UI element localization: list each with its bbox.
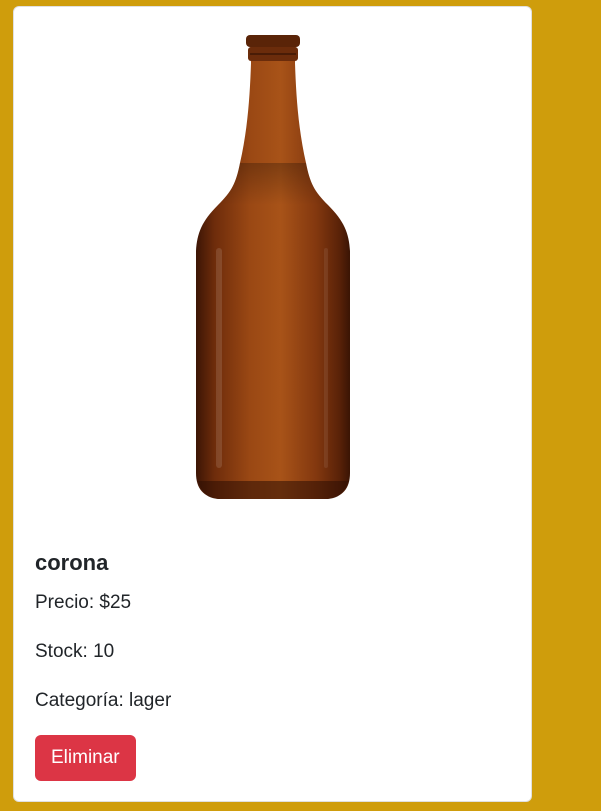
delete-button[interactable]: Eliminar — [35, 735, 136, 781]
product-category: Categoría: lager — [35, 689, 510, 713]
product-stock: Stock: 10 — [35, 640, 510, 664]
price-label: Precio: — [35, 592, 95, 613]
product-name: corona — [35, 550, 109, 575]
product-image — [14, 7, 531, 527]
stock-label: Stock: — [35, 641, 88, 662]
category-label: Categoría: — [35, 690, 124, 711]
category-value: lager — [129, 690, 172, 711]
product-card-body: corona Precio: $25 Stock: 10 Categoría: … — [35, 550, 510, 781]
stock-value: 10 — [93, 641, 115, 662]
product-card: corona Precio: $25 Stock: 10 Categoría: … — [13, 6, 532, 802]
product-price: Precio: $25 — [35, 591, 510, 615]
beer-bottle-icon — [195, 35, 350, 499]
price-value: $25 — [99, 592, 132, 613]
